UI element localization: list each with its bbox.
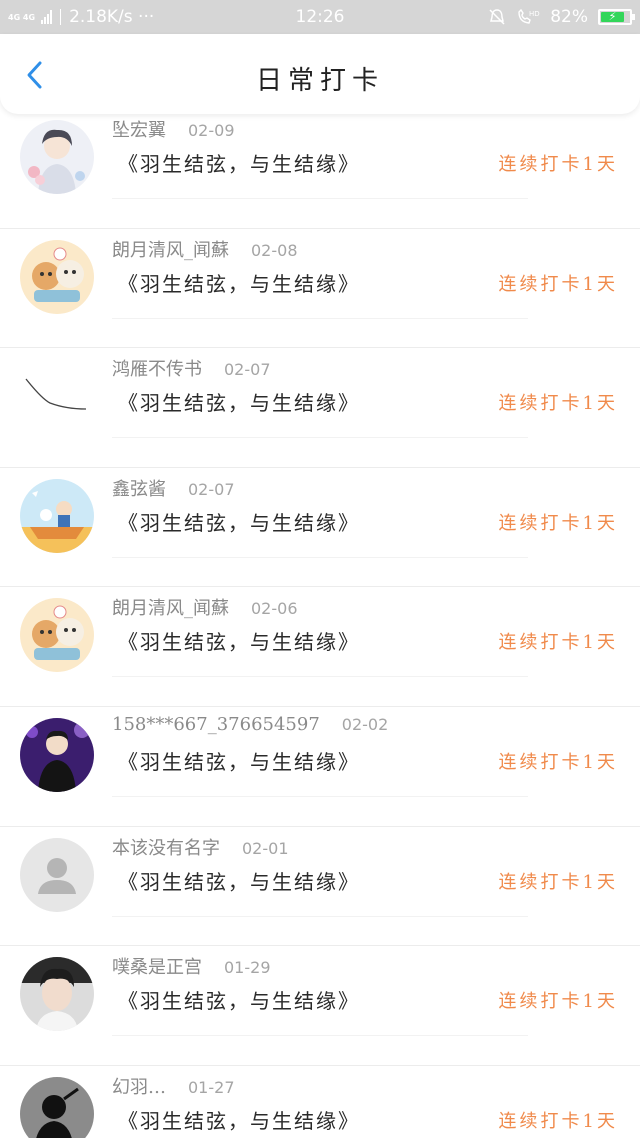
section-divider	[0, 347, 640, 349]
entry-date: 02-07	[224, 360, 271, 380]
entry-meta: 158***667_376654597 02-02	[112, 714, 388, 735]
row-divider	[112, 437, 528, 439]
avatar[interactable]	[20, 359, 94, 434]
entry-date: 02-02	[341, 715, 389, 734]
avatar[interactable]	[20, 957, 94, 1032]
page-title: 日常打卡	[255, 66, 384, 96]
entry-meta: 朗月清风_闻蘇 02-08	[112, 236, 298, 262]
streak-label: 连续打卡1天	[498, 393, 618, 415]
svg-text:HD: HD	[529, 10, 540, 18]
avatar[interactable]	[20, 1076, 94, 1138]
section-divider	[0, 586, 640, 588]
entry-date: 02-07	[188, 479, 235, 499]
entry-meta: 幻羽… 01-27	[112, 1073, 235, 1099]
list-item[interactable]: 坠宏翼 02-09 《羽生结弦，与生结缘》 连续打卡1天	[0, 110, 640, 230]
streak-label: 连续打卡1天	[498, 752, 618, 773]
user-name[interactable]: 朗月清风_闻蘇	[112, 594, 229, 620]
section-divider	[0, 1064, 640, 1066]
entry-quote: 《羽生结弦，与生结缘》	[118, 391, 360, 416]
user-name[interactable]: 坠宏翼	[112, 116, 166, 142]
user-name[interactable]: 幻羽…	[112, 1073, 166, 1099]
user-name[interactable]: 鑫弦酱	[112, 475, 166, 501]
hd-call-icon: HD	[518, 8, 540, 24]
list-item[interactable]: 本该没有名字 02-01 《羽生结弦，与生结缘》 连续打卡1天	[0, 825, 640, 948]
entry-quote: 《羽生结弦，与生结缘》	[118, 869, 360, 894]
entry-meta: 本该没有名字 02-01	[112, 834, 289, 860]
row-divider	[112, 556, 528, 558]
battery-percent: 82%	[550, 7, 588, 27]
row-divider	[112, 317, 528, 319]
entry-meta: 鸿雁不传书 02-07	[112, 355, 271, 381]
entry-quote: 《羽生结弦，与生结缘》	[118, 510, 360, 535]
user-name[interactable]: 鸿雁不传书	[112, 355, 202, 381]
avatar[interactable]	[20, 598, 94, 673]
list-item[interactable]: 鸿雁不传书 02-07 《羽生结弦，与生结缘》 连续打卡1天	[0, 347, 640, 469]
streak-label: 连续打卡1天	[498, 871, 618, 893]
row-divider	[112, 676, 528, 678]
mute-bell-icon	[489, 9, 505, 25]
user-name[interactable]: 158***667_376654597	[112, 714, 320, 735]
section-divider	[0, 825, 640, 827]
row-divider	[112, 915, 528, 917]
avatar[interactable]	[20, 239, 94, 314]
entry-quote: 《羽生结弦，与生结缘》	[118, 271, 360, 296]
list-item[interactable]: 朗月清风_闻蘇 02-08 《羽生结弦，与生结缘》 连续打卡1天	[0, 227, 640, 350]
section-divider	[0, 227, 640, 229]
user-name[interactable]: 噗桑是正宫	[112, 953, 202, 979]
entry-date: 02-01	[242, 838, 289, 858]
entry-date: 02-06	[251, 599, 298, 619]
battery-fill: ⚡	[601, 11, 624, 22]
entry-date: 01-29	[224, 958, 271, 978]
battery-icon: ⚡	[598, 9, 635, 25]
streak-label: 连续打卡1天	[498, 1110, 618, 1132]
entry-quote: 《羽生结弦，与生结缘》	[118, 630, 360, 655]
section-divider	[0, 706, 640, 707]
streak-label: 连续打卡1天	[498, 273, 618, 295]
entry-quote: 《羽生结弦，与生结缘》	[118, 750, 360, 774]
entry-quote: 《羽生结弦，与生结缘》	[118, 1108, 360, 1133]
list-item[interactable]: 幻羽… 01-27 《羽生结弦，与生结缘》 连续打卡1天	[0, 1064, 640, 1138]
row-divider	[112, 198, 528, 199]
list-item[interactable]: 朗月清风_闻蘇 02-06 《羽生结弦，与生结缘》 连续打卡1天	[0, 586, 640, 708]
nav-bar: 日常打卡	[0, 34, 640, 114]
entry-meta: 噗桑是正宫 01-29	[112, 953, 271, 979]
entry-date: 02-09	[188, 121, 235, 140]
streak-label: 连续打卡1天	[498, 632, 618, 654]
entry-date: 02-08	[251, 240, 298, 260]
section-divider	[0, 466, 640, 468]
row-divider	[112, 796, 528, 797]
user-name[interactable]: 本该没有名字	[112, 834, 220, 860]
user-name[interactable]: 朗月清风_闻蘇	[112, 236, 229, 262]
streak-label: 连续打卡1天	[498, 154, 618, 175]
entry-quote: 《羽生结弦，与生结缘》	[118, 152, 360, 176]
list-item[interactable]: 噗桑是正宫 01-29 《羽生结弦，与生结缘》 连续打卡1天	[0, 945, 640, 1067]
list-item[interactable]: 鑫弦酱 02-07 《羽生结弦，与生结缘》 连续打卡1天	[0, 466, 640, 589]
row-divider	[112, 1035, 528, 1037]
status-bar: 4G 4G 2.18K/s ··· 12:26 HD 82% ⚡	[0, 0, 640, 34]
avatar[interactable]	[20, 120, 94, 194]
section-divider	[0, 945, 640, 947]
streak-label: 连续打卡1天	[498, 512, 618, 534]
entry-date: 01-27	[188, 1077, 235, 1097]
entry-meta: 朗月清风_闻蘇 02-06	[112, 594, 298, 620]
status-right: HD 82% ⚡	[488, 7, 635, 27]
entry-meta: 鑫弦酱 02-07	[112, 475, 235, 501]
entry-quote: 《羽生结弦，与生结缘》	[118, 989, 360, 1014]
avatar[interactable]	[20, 837, 94, 912]
entry-meta: 坠宏翼 02-09	[112, 116, 235, 142]
avatar[interactable]	[20, 718, 94, 792]
list-item[interactable]: 158***667_376654597 02-02 《羽生结弦，与生结缘》 连续打卡1…	[0, 706, 640, 828]
streak-label: 连续打卡1天	[498, 991, 618, 1013]
avatar[interactable]	[20, 478, 94, 553]
